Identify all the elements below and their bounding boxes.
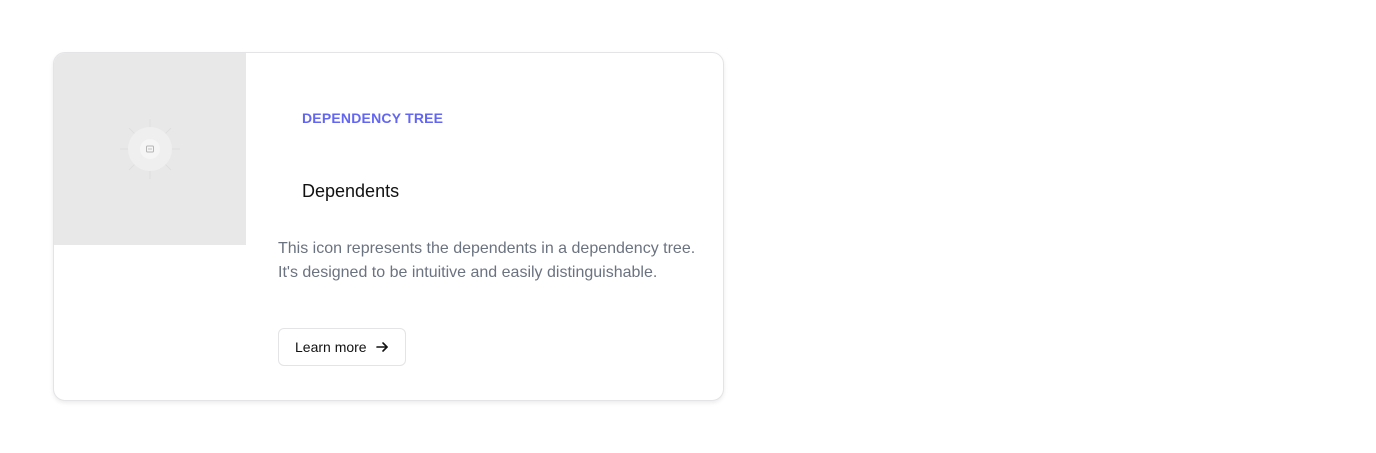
- dependents-placeholder-icon: [120, 119, 180, 179]
- card-media: [54, 53, 246, 245]
- learn-more-button[interactable]: Learn more: [278, 328, 406, 366]
- info-card: DEPENDENCY TREE Dependents This icon rep…: [53, 52, 724, 401]
- arrow-right-icon: [375, 342, 388, 352]
- learn-more-label: Learn more: [295, 339, 367, 355]
- card-category: DEPENDENCY TREE: [302, 110, 444, 126]
- card-description: This icon represents the dependents in a…: [278, 240, 696, 281]
- card-title: Dependents: [302, 181, 400, 201]
